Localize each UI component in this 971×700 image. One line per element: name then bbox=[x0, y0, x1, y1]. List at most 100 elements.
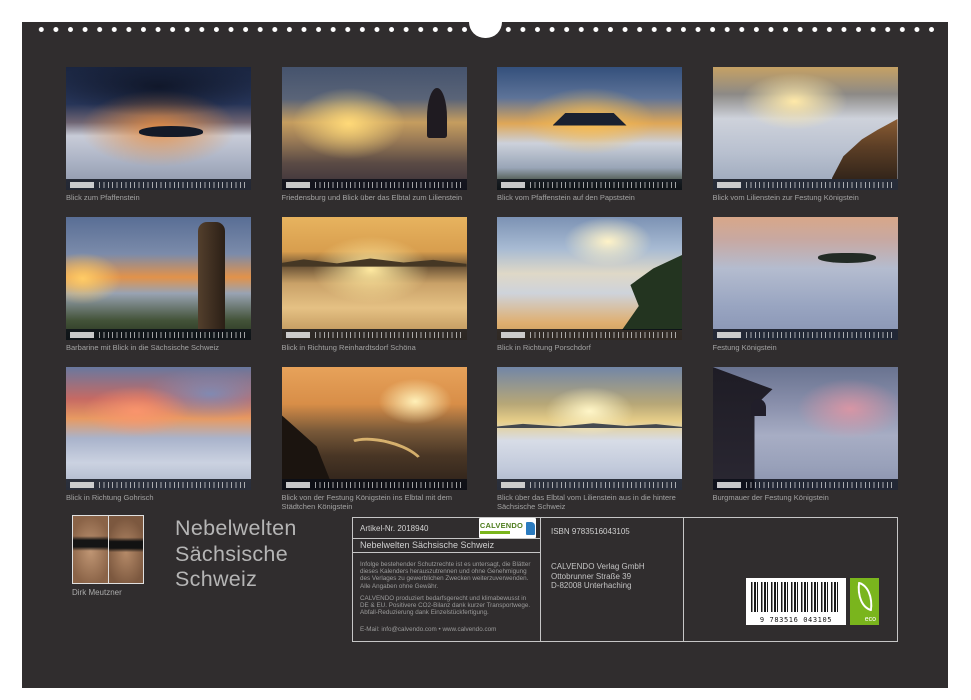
month-caption: Blick zum Pfaffenstein bbox=[66, 193, 251, 202]
author-name: Dirk Meutzner bbox=[72, 588, 122, 597]
month-label-box bbox=[70, 482, 94, 488]
day-number-row bbox=[530, 182, 677, 188]
month-caption: Friedensburg und Blick über das Elbtal z… bbox=[282, 193, 467, 202]
calendar-month-thumbnail: Barbarine mit Blick in die Sächsische Sc… bbox=[66, 217, 251, 367]
calvendo-logo-text: CALVENDO bbox=[480, 522, 523, 534]
info-panel: Artikel-Nr. 2018940 CALVENDO Nebelwelten… bbox=[352, 517, 898, 642]
mini-calendar-strip bbox=[497, 479, 682, 490]
month-label-box bbox=[286, 182, 310, 188]
mini-calendar-strip bbox=[282, 329, 467, 340]
info-column-product: Artikel-Nr. 2018940 CALVENDO Nebelwelten… bbox=[353, 518, 541, 641]
calendar-month-thumbnail: Blick in Richtung Gohrisch bbox=[66, 367, 251, 517]
month-caption: Blick in Richtung Gohrisch bbox=[66, 493, 251, 502]
title-line-3: Schweiz bbox=[175, 567, 297, 593]
publisher-line-3: D-82008 Unterhaching bbox=[551, 581, 673, 591]
author-photo bbox=[72, 515, 144, 584]
legal-paragraph-2: CALVENDO produziert bedarfsgerecht und k… bbox=[360, 595, 533, 617]
month-photo bbox=[497, 67, 682, 190]
calendar-back-page: Blick zum Pfaffenstein Friedensburg und … bbox=[22, 22, 948, 688]
month-label-box bbox=[70, 332, 94, 338]
calvendo-logo: CALVENDO bbox=[479, 518, 536, 538]
article-number-cell: Artikel-Nr. 2018940 CALVENDO bbox=[353, 518, 540, 539]
month-photo bbox=[713, 67, 898, 190]
publisher-line-1: CALVENDO Verlag GmbH bbox=[551, 562, 673, 572]
day-number-row bbox=[746, 482, 893, 488]
calendar-month-thumbnail: Blick in Richtung Porschdorf bbox=[497, 217, 682, 367]
calendar-month-thumbnail: Burgmauer der Festung Königstein bbox=[713, 367, 898, 517]
month-photo bbox=[66, 67, 251, 190]
month-photo bbox=[282, 67, 467, 190]
day-number-row bbox=[530, 332, 677, 338]
publisher-address: CALVENDO Verlag GmbH Ottobrunner Straße … bbox=[551, 562, 673, 591]
barcode-digits: 9 783516 043105 bbox=[746, 616, 846, 624]
mini-calendar-strip bbox=[713, 479, 898, 490]
month-caption: Festung Königstein bbox=[713, 343, 898, 352]
eco-label: eco bbox=[865, 616, 876, 623]
calendar-month-thumbnail: Festung Königstein bbox=[713, 217, 898, 367]
day-number-row bbox=[746, 332, 893, 338]
calendar-book-icon bbox=[526, 522, 535, 535]
month-photo bbox=[497, 367, 682, 490]
calendar-month-thumbnail: Blick vom Lilienstein zur Festung Königs… bbox=[713, 67, 898, 217]
isbn-label: ISBN 9783516043105 bbox=[551, 527, 673, 536]
title-line-2: Sächsische bbox=[175, 542, 297, 568]
mini-calendar-strip bbox=[497, 329, 682, 340]
author-face-left bbox=[73, 516, 109, 583]
calendar-month-thumbnail: Blick von der Festung Königstein ins Elb… bbox=[282, 367, 467, 517]
month-caption: Burgmauer der Festung Königstein bbox=[713, 493, 898, 502]
month-label-box bbox=[717, 182, 741, 188]
day-number-row bbox=[99, 182, 246, 188]
mini-calendar-strip bbox=[66, 479, 251, 490]
month-photo bbox=[713, 367, 898, 490]
hanger-notch-icon bbox=[469, 22, 502, 38]
leaf-icon bbox=[854, 582, 876, 611]
day-number-row bbox=[315, 182, 462, 188]
product-title-cell: Nebelwelten Sächsische Schweiz bbox=[353, 539, 540, 553]
month-label-box bbox=[286, 482, 310, 488]
email-line: E-Mail: info@calvendo.com • www.calvendo… bbox=[360, 626, 533, 633]
day-number-row bbox=[315, 332, 462, 338]
barcode: 9 783516 043105 bbox=[746, 578, 846, 625]
month-caption: Blick in Richtung Reinhardtsdorf Schöna bbox=[282, 343, 467, 352]
legal-text-block: Infolge bestehender Schutzrechte ist es … bbox=[353, 553, 540, 641]
eco-logo: eco bbox=[850, 578, 879, 625]
month-photo bbox=[282, 217, 467, 340]
month-label-box bbox=[286, 332, 310, 338]
month-photo bbox=[282, 367, 467, 490]
mini-calendar-strip bbox=[66, 329, 251, 340]
day-number-row bbox=[99, 482, 246, 488]
day-number-row bbox=[315, 482, 462, 488]
thumbnail-grid: Blick zum Pfaffenstein Friedensburg und … bbox=[66, 67, 898, 517]
mini-calendar-strip bbox=[713, 329, 898, 340]
month-label-box bbox=[70, 182, 94, 188]
mini-calendar-strip bbox=[282, 179, 467, 190]
calendar-month-thumbnail: Blick zum Pfaffenstein bbox=[66, 67, 251, 217]
month-label-box bbox=[501, 482, 525, 488]
mini-calendar-strip bbox=[282, 479, 467, 490]
month-label-box bbox=[717, 482, 741, 488]
article-number: Artikel-Nr. 2018940 bbox=[360, 524, 428, 533]
info-column-publisher: ISBN 9783516043105 CALVENDO Verlag GmbH … bbox=[541, 518, 684, 641]
barcode-bars bbox=[751, 582, 841, 612]
day-number-row bbox=[746, 182, 893, 188]
calendar-month-thumbnail: Blick in Richtung Reinhardtsdorf Schöna bbox=[282, 217, 467, 367]
title-line-1: Nebelwelten bbox=[175, 516, 297, 542]
month-caption: Barbarine mit Blick in die Sächsische Sc… bbox=[66, 343, 251, 352]
day-number-row bbox=[99, 332, 246, 338]
month-photo bbox=[66, 217, 251, 340]
calendar-month-thumbnail: Blick vom Pfaffenstein auf den Papststei… bbox=[497, 67, 682, 217]
month-label-box bbox=[501, 182, 525, 188]
info-column-barcode: 9 783516 043105 eco bbox=[684, 518, 897, 641]
month-caption: Blick vom Lilienstein zur Festung Königs… bbox=[713, 193, 898, 202]
calendar-month-thumbnail: Friedensburg und Blick über das Elbtal z… bbox=[282, 67, 467, 217]
calendar-month-thumbnail: Blick über das Elbtal vom Lilienstein au… bbox=[497, 367, 682, 517]
month-caption: Blick von der Festung Königstein ins Elb… bbox=[282, 493, 467, 511]
day-number-row bbox=[530, 482, 677, 488]
month-caption: Blick über das Elbtal vom Lilienstein au… bbox=[497, 493, 682, 511]
month-label-box bbox=[501, 332, 525, 338]
mini-calendar-strip bbox=[497, 179, 682, 190]
mini-calendar-strip bbox=[713, 179, 898, 190]
month-photo bbox=[66, 367, 251, 490]
month-label-box bbox=[717, 332, 741, 338]
publisher-line-2: Ottobrunner Straße 39 bbox=[551, 572, 673, 582]
